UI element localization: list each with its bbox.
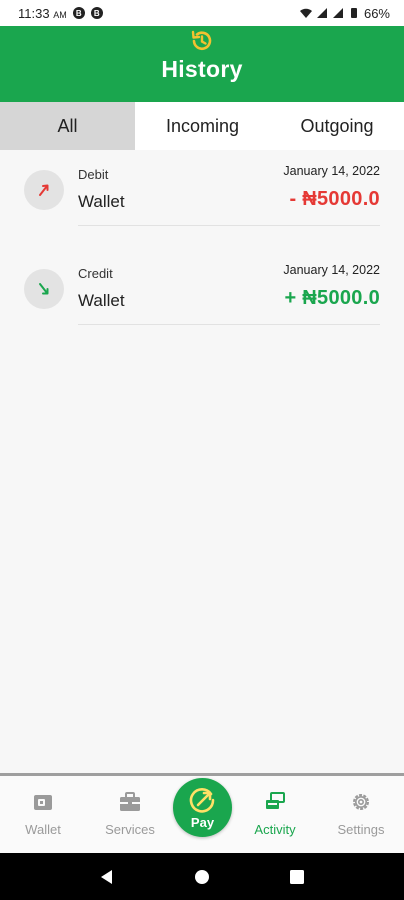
- transaction-type: Credit: [78, 266, 113, 281]
- signal-icon: [316, 8, 327, 18]
- transaction-date: January 14, 2022: [283, 164, 380, 178]
- transaction-amount: + ₦5000.0: [284, 287, 380, 309]
- status-time-value: 11:33: [18, 5, 50, 21]
- back-icon[interactable]: [98, 868, 116, 886]
- notification-badge-icon: B: [90, 7, 103, 19]
- transaction-date: January 14, 2022: [283, 263, 380, 277]
- transaction-type: Debit: [78, 167, 109, 182]
- status-bar: 11:33 AM B B 66%: [0, 0, 404, 26]
- tab-all[interactable]: All: [0, 102, 135, 150]
- divider: [78, 225, 380, 226]
- battery-level: 66%: [363, 5, 390, 21]
- pay-button[interactable]: Pay: [173, 778, 232, 837]
- nav-label: Settings: [337, 822, 385, 837]
- arrow-down-right-icon: [39, 283, 49, 295]
- gear-icon: [353, 794, 369, 810]
- nav-label: Services: [105, 822, 155, 837]
- transaction-icon: [24, 170, 64, 210]
- transaction-row[interactable]: Debit Wallet January 14, 2022 - ₦5000.0: [0, 152, 404, 228]
- system-nav-bar: [0, 853, 404, 900]
- activity-icon: [266, 792, 285, 809]
- briefcase-icon: [120, 792, 140, 811]
- transaction-row[interactable]: Credit Wallet January 14, 2022 + ₦5000.0: [0, 251, 404, 327]
- transaction-account: Wallet: [78, 291, 125, 310]
- status-ampm: AM: [53, 9, 67, 20]
- nav-item-settings[interactable]: Settings: [321, 790, 401, 837]
- page-title: History: [161, 56, 243, 82]
- recents-icon[interactable]: [288, 868, 306, 886]
- status-right: 66%: [299, 5, 390, 21]
- filter-tabs: All Incoming Outgoing: [0, 102, 404, 150]
- tab-outgoing[interactable]: Outgoing: [270, 102, 404, 150]
- divider: [78, 324, 380, 325]
- home-icon[interactable]: [193, 868, 211, 886]
- pay-icon: [189, 787, 214, 813]
- nav-label: Wallet: [25, 822, 61, 837]
- tab-incoming[interactable]: Incoming: [135, 102, 270, 150]
- status-left: 11:33 AM B B: [18, 6, 103, 21]
- battery-icon: [350, 8, 357, 18]
- transaction-account: Wallet: [78, 192, 125, 211]
- nav-label: Activity: [254, 822, 296, 837]
- header: History: [0, 26, 404, 102]
- bottom-nav: Wallet Services Pay Activity Settings: [0, 773, 404, 853]
- status-time: 11:33 AM: [18, 6, 67, 21]
- transaction-amount: - ₦5000.0: [289, 188, 380, 210]
- wifi-icon: [299, 8, 312, 18]
- signal-icon: [332, 8, 343, 18]
- nav-item-services[interactable]: Services: [90, 790, 170, 837]
- pay-label: Pay: [190, 814, 215, 830]
- nav-item-activity[interactable]: Activity: [235, 790, 315, 837]
- wallet-icon: [34, 795, 52, 810]
- nav-item-wallet[interactable]: Wallet: [3, 790, 83, 837]
- transaction-icon: [24, 269, 64, 309]
- notification-badge-icon: B: [72, 7, 85, 19]
- arrow-up-right-icon: [39, 184, 49, 196]
- history-icon: [191, 30, 212, 50]
